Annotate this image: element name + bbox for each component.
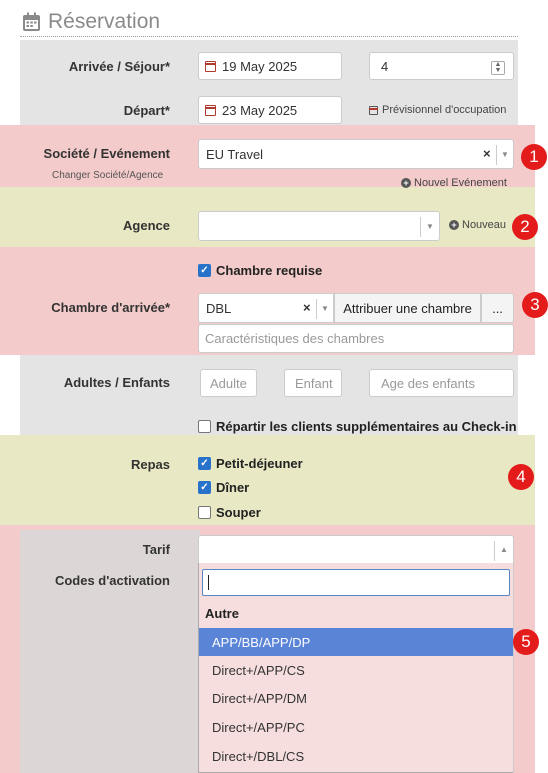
adults-input[interactable]: Adulte [200,369,257,397]
company-select[interactable]: EU Travel × ▼ [198,139,514,169]
spinner-icon[interactable]: ▲ ▼ [491,61,505,75]
annotation-badge-5: 5 [513,629,539,655]
calendar-icon [205,60,216,72]
departure-date-input[interactable]: 23 May 2025 [198,96,342,124]
header-divider [20,36,518,37]
nights-value: 4 [381,58,389,74]
arrival-label: Arrivée / Séjour* [68,59,170,74]
chevron-down-icon[interactable]: ▼ [501,150,509,159]
checkbox-checked-icon: ✓ [198,481,211,494]
page-title: Réservation [48,10,161,33]
meals-label: Repas [130,457,170,472]
annotation-badge-3: 3 [522,292,548,318]
clear-company-icon[interactable]: × [483,146,491,161]
nights-stepper[interactable]: 4 ▲ ▼ [369,52,514,80]
lunch-checkbox[interactable]: ✓ Dîner [198,480,249,495]
room-type-value: DBL [206,301,232,316]
calendar-icon [23,12,40,31]
rate-select[interactable]: ▲ [198,535,514,564]
annotation-badge-1: 1 [521,144,547,170]
new-event-link[interactable]: + Nouvel Evénement [401,177,507,189]
text-cursor [208,575,209,590]
checkbox-checked-icon: ✓ [198,457,211,470]
clear-room-icon[interactable]: × [303,300,311,315]
supper-checkbox[interactable]: Souper [198,505,261,520]
agency-select[interactable]: ▼ [198,211,440,241]
plus-circle-icon: + [401,178,411,188]
lunch-label: Dîner [216,480,250,495]
dropdown-option[interactable]: Direct+/APP/PC [199,713,513,741]
supper-label: Souper [216,505,261,520]
adults-children-label: Adultes / Enfants [63,375,170,390]
calendar-icon [205,104,216,116]
chevron-up-icon[interactable]: ▲ [500,545,508,554]
distribute-guests-label: Répartir les clients supplémentaires au … [216,419,517,434]
chevron-down-icon[interactable]: ▼ [426,222,434,231]
arrival-date-input[interactable]: 19 May 2025 [198,52,342,80]
breakfast-checkbox[interactable]: ✓ Petit-déjeuner [198,456,303,471]
dropdown-search-input[interactable] [202,569,510,596]
chevron-down-icon[interactable]: ▼ [321,304,329,313]
checkbox-checked-icon: ✓ [198,264,211,277]
distribute-guests-checkbox[interactable]: Répartir les clients supplémentaires au … [198,419,517,434]
select-separator [316,299,317,319]
activation-codes-label: Codes d'activation [54,573,170,588]
children-input[interactable]: Enfant [284,369,342,397]
rate-label-column [20,530,200,773]
select-separator [494,541,495,561]
children-placeholder: Enfant [295,375,333,391]
room-features-placeholder: Caractéristiques des chambres [205,331,385,346]
checkbox-unchecked-icon [198,420,211,433]
departure-label: Départ* [123,103,170,118]
dropdown-option[interactable]: Direct+/DBL/CS [199,742,513,770]
dropdown-option[interactable]: APP/BB/APP/DP [199,628,513,656]
dropdown-option[interactable]: Direct+/APP/CS [199,656,513,684]
more-options-button[interactable]: ... [481,293,514,323]
select-separator [496,145,497,165]
departure-date-value: 23 May 2025 [222,102,298,118]
adults-placeholder: Adulte [210,375,247,391]
rate-label: Tarif [142,542,170,557]
breakfast-label: Petit-déjeuner [216,456,303,471]
plus-circle-icon: + [449,220,459,230]
meals-highlight-zone [0,435,535,525]
annotation-badge-2: 2 [512,214,538,240]
room-required-checkbox[interactable]: ✓ Chambre requise [198,263,322,278]
checkbox-unchecked-icon [198,506,211,519]
new-agency-label: Nouveau [462,219,507,231]
calendar-small-icon [369,105,378,115]
change-company-link[interactable]: Changer Société/Agence [52,170,163,181]
dropdown-group-header: Autre [205,606,239,621]
occupancy-forecast-label: Prévisionnel d'occupation [382,104,507,116]
dropdown-option[interactable]: Direct+/APP/DM [199,684,513,712]
arrival-room-label: Chambre d'arrivée* [51,300,170,315]
occupancy-forecast-link[interactable]: Prévisionnel d'occupation [369,104,506,116]
children-ages-placeholder: Age des enfants [381,375,475,391]
new-agency-link[interactable]: + Nouveau [449,219,506,231]
select-separator [420,217,421,237]
new-event-label: Nouvel Evénement [414,177,507,189]
assign-room-button[interactable]: Attribuer une chambre [334,293,481,323]
annotation-badge-4: 4 [508,464,534,490]
room-features-input[interactable]: Caractéristiques des chambres [198,324,514,353]
company-value: EU Travel [206,147,264,162]
room-required-label: Chambre requise [216,263,323,278]
agency-label: Agence [123,218,170,233]
arrival-date-value: 19 May 2025 [222,58,298,74]
children-ages-input[interactable]: Age des enfants [369,369,514,397]
dropdown-scrollbar[interactable] [513,563,514,773]
room-type-select[interactable]: DBL × ▼ [198,293,334,323]
company-label: Société / Evénement [43,146,170,161]
